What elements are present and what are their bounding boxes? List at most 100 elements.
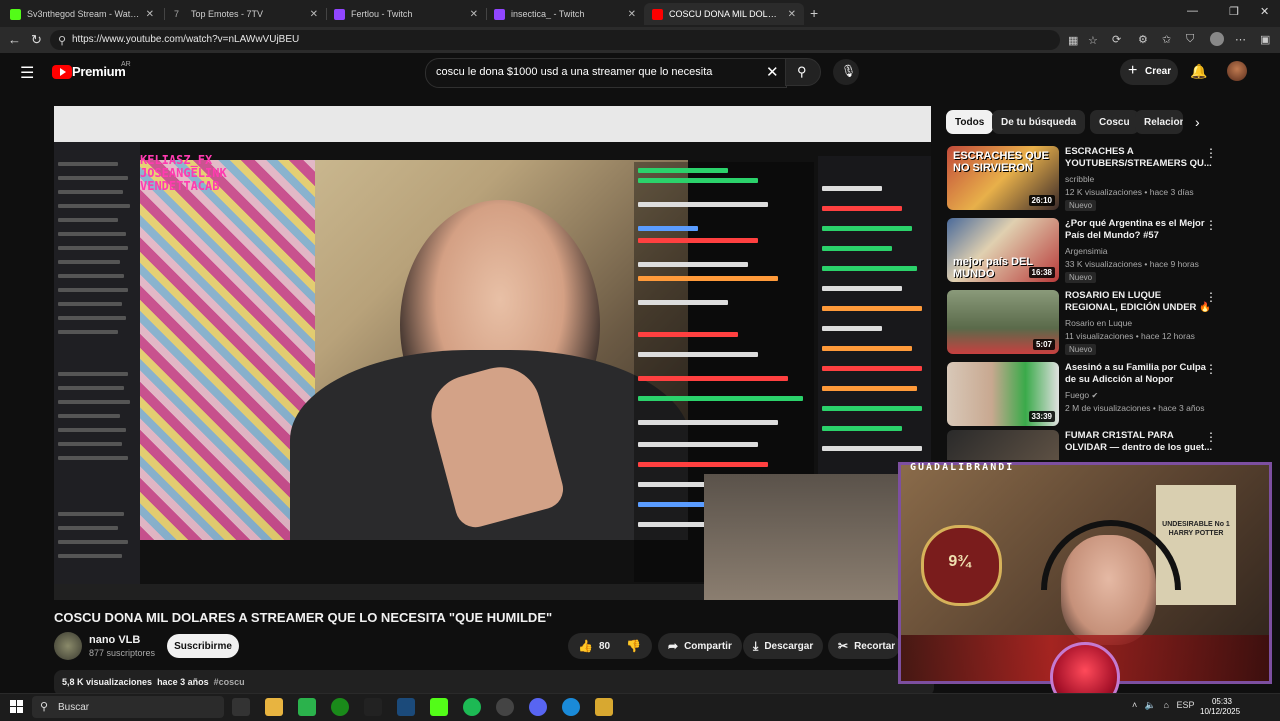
rec-title[interactable]: ¿Por qué Argentina es el Mejor País del …: [1065, 218, 1215, 242]
video-thumbnail[interactable]: ESCRACHES QUE NO SIRVIERON 26:10: [947, 146, 1059, 210]
close-tab-icon[interactable]: ✕: [788, 9, 796, 20]
more-icon[interactable]: ⋯: [1235, 33, 1246, 46]
clear-search-icon[interactable]: ✕: [766, 63, 779, 81]
recommended-video[interactable]: ESCRACHES QUE NO SIRVIERON 26:10 ESCRACH…: [947, 146, 1267, 211]
refresh-extension-icon[interactable]: ⟳: [1112, 33, 1121, 46]
close-tab-icon[interactable]: ✕: [470, 9, 478, 20]
close-tab-icon[interactable]: ✕: [628, 9, 636, 20]
new-tab-button[interactable]: +: [810, 5, 818, 21]
rec-channel[interactable]: Argensimia: [1065, 246, 1108, 256]
tab-grid-icon[interactable]: ▦: [1068, 34, 1078, 47]
kick-icon[interactable]: [430, 698, 448, 716]
clock[interactable]: 05:33 10/12/2025: [1200, 697, 1240, 717]
video-thumbnail[interactable]: 5:07: [947, 290, 1059, 354]
recommended-video[interactable]: mejor país DEL MUNDO 16:38 ¿Por qué Arge…: [947, 218, 1267, 283]
maximize-icon[interactable]: ❐: [1229, 5, 1239, 18]
more-options-icon[interactable]: ⋮: [1205, 290, 1217, 304]
minecraft-icon[interactable]: [298, 698, 316, 716]
more-options-icon[interactable]: ⋮: [1205, 146, 1217, 160]
rec-channel[interactable]: Fuego ✔: [1065, 390, 1098, 400]
chip-related[interactable]: Relacionad: [1135, 110, 1183, 134]
rec-title[interactable]: ESCRACHES A YOUTUBERS/STREAMERS QU...: [1065, 146, 1215, 170]
more-options-icon[interactable]: ⋮: [1205, 218, 1217, 232]
recommended-video[interactable]: 5:07 ROSARIO EN LUQUE REGIONAL, EDICIÓN …: [947, 290, 1267, 355]
premium-logo-text[interactable]: Premium: [72, 64, 126, 79]
obs-icon[interactable]: [496, 698, 514, 716]
xbox-icon[interactable]: [331, 698, 349, 716]
profile-icon[interactable]: [1210, 32, 1224, 46]
discord-icon[interactable]: [529, 698, 547, 716]
more-options-icon[interactable]: ⋮: [1205, 430, 1217, 444]
search-button[interactable]: ⚲: [785, 58, 821, 86]
steam-icon[interactable]: [397, 698, 415, 716]
share-icon: ➦: [668, 639, 679, 653]
sidebar-icon[interactable]: ▣: [1260, 33, 1270, 46]
rec-title[interactable]: ROSARIO EN LUQUE REGIONAL, EDICIÓN UNDER…: [1065, 290, 1215, 314]
close-tab-icon[interactable]: ✕: [146, 9, 154, 20]
app-icon[interactable]: [595, 698, 613, 716]
extension-icon[interactable]: ⚙: [1138, 33, 1148, 46]
clip-button[interactable]: ✂ Recortar: [828, 633, 900, 659]
taskbar-search[interactable]: ⚲ Buscar: [32, 696, 224, 718]
video-thumbnail[interactable]: mejor país DEL MUNDO 16:38: [947, 218, 1059, 282]
hamburger-menu-icon[interactable]: ☰: [20, 63, 34, 83]
voice-search-button[interactable]: 🎙: [833, 59, 859, 85]
file-explorer-icon[interactable]: [265, 698, 283, 716]
video-thumbnail[interactable]: [947, 430, 1059, 460]
site-info-icon[interactable]: ⚲: [58, 34, 66, 47]
subscribe-button[interactable]: Suscribirme: [167, 634, 239, 658]
poster-text: UNDESIRABLE No 1 HARRY POTTER: [1162, 521, 1230, 537]
back-icon[interactable]: ←: [8, 32, 21, 47]
minimize-icon[interactable]: —: [1187, 5, 1198, 17]
task-view-icon[interactable]: [232, 698, 250, 716]
create-button[interactable]: + Crear: [1120, 59, 1178, 85]
windows-start-icon[interactable]: [10, 700, 23, 713]
url-field[interactable]: ⚲ https://www.youtube.com/watch?v=nLAWwV…: [50, 30, 1098, 50]
youtube-logo-icon[interactable]: [52, 65, 72, 79]
search-input[interactable]: coscu le dona $1000 usd a una streamer q…: [425, 58, 787, 88]
channel-avatar[interactable]: [54, 632, 82, 660]
network-icon[interactable]: ⌂: [1164, 700, 1169, 710]
tab-twitch-insectica[interactable]: insectica_ - Twitch ✕: [486, 3, 644, 25]
duration-badge: 5:07: [1032, 339, 1055, 350]
tab-youtube-active[interactable]: COSCU DONA MIL DOLARES ✕: [644, 3, 804, 25]
tab-twitch-fertlou[interactable]: Fertlou - Twitch ✕: [326, 3, 486, 25]
more-options-icon[interactable]: ⋮: [1205, 362, 1217, 376]
rec-title[interactable]: Asesinó a su Familia por Culpa de su Adi…: [1065, 362, 1215, 386]
spotify-icon[interactable]: [463, 698, 481, 716]
reload-icon[interactable]: ↻: [31, 32, 42, 48]
user-avatar[interactable]: [1227, 61, 1247, 81]
dislike-icon[interactable]: 👎: [626, 639, 641, 653]
rec-title[interactable]: FUMAR CR1STAL PARA OLVIDAR — dentro de l…: [1065, 430, 1215, 454]
recommended-video[interactable]: FUMAR CR1STAL PARA OLVIDAR — dentro de l…: [947, 430, 1267, 460]
close-tab-icon[interactable]: ✕: [310, 9, 318, 20]
chip-all[interactable]: Todos: [946, 110, 994, 134]
recommended-video[interactable]: 33:39 Asesinó a su Familia por Culpa de …: [947, 362, 1267, 426]
language-indicator[interactable]: ESP: [1176, 700, 1194, 710]
channel-name[interactable]: nano VLB: [89, 634, 140, 646]
notifications-bell-icon[interactable]: 🔔: [1190, 63, 1207, 80]
edge-icon[interactable]: [562, 698, 580, 716]
tab-kick[interactable]: Sv3nthegod Stream - Watch Live o ✕: [2, 3, 162, 25]
like-icon[interactable]: 👍: [578, 639, 593, 653]
speaker-icon[interactable]: 🔈: [1145, 700, 1156, 710]
rec-channel[interactable]: scribble: [1065, 174, 1094, 184]
chip-coscu[interactable]: Coscu: [1090, 110, 1139, 134]
favorite-star-icon[interactable]: ☆: [1088, 34, 1098, 47]
video-thumbnail[interactable]: 33:39: [947, 362, 1059, 426]
rec-channel[interactable]: Rosario en Luque: [1065, 318, 1132, 328]
chip-from-search[interactable]: De tu búsqueda: [992, 110, 1086, 134]
system-tray[interactable]: ˄ 🔈 ⌂ ESP: [1132, 700, 1194, 711]
chevron-right-icon[interactable]: ›: [1195, 114, 1200, 130]
shield-icon[interactable]: ⛉: [1186, 33, 1194, 46]
download-button[interactable]: ⤓ Descargar: [743, 633, 824, 659]
close-window-icon[interactable]: ✕: [1260, 5, 1269, 18]
hashtag-link[interactable]: #coscu: [214, 677, 245, 687]
favorites-icon[interactable]: ✩: [1162, 33, 1171, 46]
epic-games-icon[interactable]: [364, 698, 382, 716]
share-button[interactable]: ➦ Compartir: [658, 633, 742, 659]
chevron-up-icon[interactable]: ˄: [1132, 700, 1137, 710]
video-player[interactable]: KELIASZ_FX JOSEANGELINK VENDETTACAB: [54, 106, 931, 600]
like-count[interactable]: 80: [599, 641, 610, 652]
tab-7tv[interactable]: 7 Top Emotes - 7TV ✕: [166, 3, 326, 25]
